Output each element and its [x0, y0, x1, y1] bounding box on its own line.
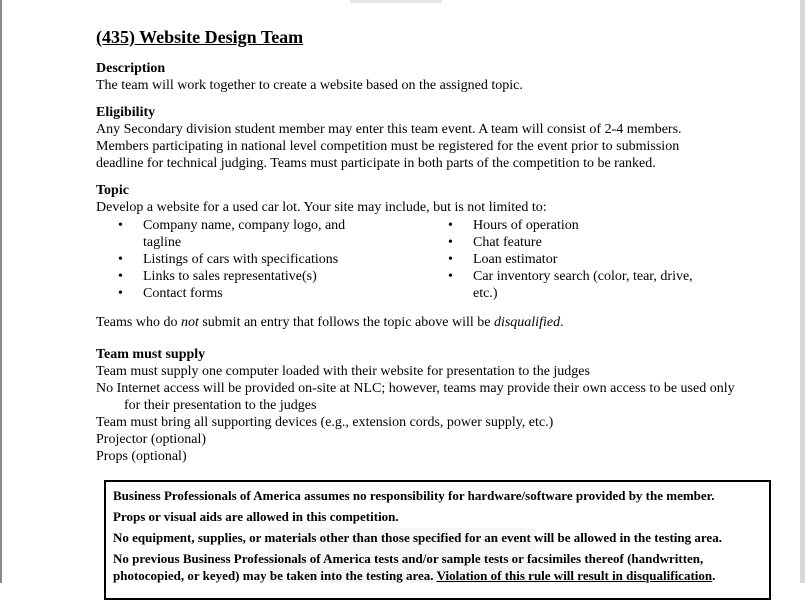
topic-list-right: • Hours of operation • Chat feature • Loan … [448, 217, 698, 302]
bullet-icon: • [118, 218, 123, 233]
topic-warning-emphasis: disqualified [493, 315, 561, 330]
viewer-scrollbar-track[interactable] [800, 0, 805, 583]
eligibility-line: deadline for technical judging. Teams mu… [96, 156, 656, 171]
list-item: • Loan estimator [448, 251, 698, 268]
description-section: Description The team will work together … [96, 60, 736, 94]
notice-line: Props or visual aids are allowed in this… [113, 509, 399, 524]
list-item: • Hours of operation [448, 217, 698, 234]
bullet-icon: • [118, 269, 123, 284]
topic-warning-text: Teams who do [96, 315, 181, 330]
supply-line: No Internet access will be provided on-s… [96, 381, 735, 413]
eligibility-line: Any Secondary division student member ma… [96, 122, 682, 137]
bullet-icon: • [448, 218, 453, 233]
eligibility-heading: Eligibility [96, 105, 156, 120]
notice-text: . [712, 568, 716, 583]
list-item-text: Hours of operation [473, 218, 579, 233]
topic-warning-text: submit an entry that follows the topic a… [198, 315, 494, 330]
list-item: • Company name, company logo, and tagline [118, 217, 358, 251]
bullet-icon: • [448, 252, 453, 267]
topic-warning-emphasis: not [180, 315, 199, 330]
list-item: • Listings of cars with specifications [118, 251, 358, 268]
supply-line: Team must bring all supporting devices (… [96, 415, 554, 430]
notice-line: Business Professionals of America assume… [113, 488, 715, 503]
list-item: • Links to sales representative(s) [118, 268, 358, 285]
list-item-text: Loan estimator [473, 252, 558, 267]
rules-notice-box: Business Professionals of America assume… [104, 480, 771, 600]
supply-line: Props (optional) [96, 449, 187, 464]
notice-underlined-text: Violation of this rule will result in di… [436, 568, 713, 583]
list-item: • Chat feature [448, 234, 698, 251]
supply-line: Projector (optional) [96, 432, 207, 447]
topic-heading: Topic [96, 183, 129, 198]
eligibility-line: Members participating in national level … [96, 139, 680, 154]
notice-line: No equipment, supplies, or materials oth… [113, 530, 722, 545]
description-text: The team will work together to create a … [96, 78, 523, 93]
topic-section: Topic Develop a website for a used car l… [96, 182, 736, 331]
topic-intro: Develop a website for a used car lot. Yo… [96, 200, 547, 215]
viewer-top-tab [350, 0, 442, 3]
list-item: • Contact forms [118, 285, 358, 302]
list-item-text: Car inventory search (color, tear, drive… [473, 269, 693, 301]
list-item-text: Chat feature [473, 235, 542, 250]
list-item-text: Listings of cars with specifications [143, 252, 339, 267]
topic-warning: Teams who do not submit an entry that fo… [96, 314, 736, 331]
bullet-icon: • [118, 286, 123, 301]
description-heading: Description [96, 61, 166, 76]
bullet-icon: • [448, 269, 453, 284]
eligibility-section: Eligibility Any Secondary division stude… [96, 104, 736, 172]
list-item-text: Company name, company logo, and tagline [143, 218, 346, 250]
supply-line: Team must supply one computer loaded wit… [96, 364, 590, 379]
list-item-text: Contact forms [143, 286, 223, 301]
topic-list-left: • Company name, company logo, and tagline… [118, 217, 358, 302]
supply-heading: Team must supply [96, 347, 206, 362]
event-title: (435) Website Design Team [96, 27, 304, 47]
list-item-text: Links to sales representative(s) [143, 269, 317, 284]
bullet-icon: • [118, 252, 123, 267]
document-page: (435) Website Design Team Description Th… [96, 26, 736, 475]
list-item: • Car inventory search (color, tear, driv… [448, 268, 698, 302]
supply-section: Team must supply Team must supply one co… [96, 346, 736, 465]
notice-line: No previous Business Professionals of Am… [113, 550, 761, 584]
bullet-icon: • [448, 235, 453, 250]
topic-bullet-list: • Company name, company logo, and tagline… [96, 217, 736, 303]
page-left-edge [0, 0, 2, 583]
topic-warning-text: . [560, 315, 564, 330]
